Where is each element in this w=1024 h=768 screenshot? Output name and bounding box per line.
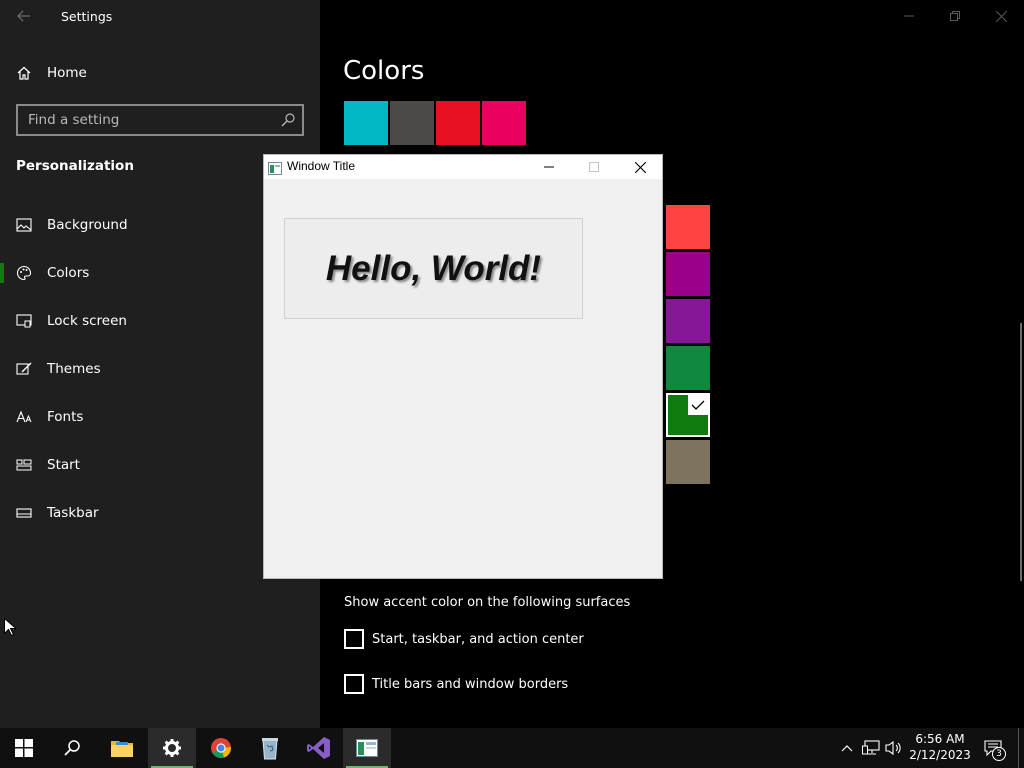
checkbox-title-bars-label: Title bars and window borders [372, 676, 569, 692]
checkbox-title-bars-box[interactable] [344, 674, 364, 694]
color-swatch-purple[interactable] [666, 299, 710, 343]
color-swatch-coral[interactable] [666, 205, 710, 249]
checkbox-start-taskbar-box[interactable] [344, 629, 364, 649]
nav-home-label: Home [47, 65, 87, 81]
scrollbar[interactable] [1020, 323, 1022, 581]
taskbar-visual-studio[interactable] [295, 728, 343, 768]
picture-icon [15, 216, 33, 234]
show-hidden-icons-button[interactable] [837, 738, 857, 758]
app-window-icon [356, 739, 378, 757]
nav-home[interactable]: Home [0, 53, 320, 93]
nav-fonts-label: Fonts [47, 409, 84, 425]
recycle-bin-icon [262, 738, 278, 760]
palette-icon [15, 264, 33, 282]
taskbar-icon [15, 504, 33, 522]
app-close-button[interactable] [617, 155, 663, 179]
settings-gear-icon [163, 739, 181, 757]
checkmark-icon [691, 400, 705, 410]
accent-surfaces-heading: Show accent color on the following surfa… [344, 595, 631, 610]
section-title: Personalization [16, 158, 134, 174]
minimize-icon [904, 15, 914, 17]
chevron-up-icon [841, 745, 853, 752]
app-minimize-button[interactable] [526, 155, 572, 179]
taskbar: 6:56 AM 2/12/2023 3 [0, 728, 1024, 768]
taskbar-app-window[interactable] [343, 728, 391, 768]
color-swatch-pink[interactable] [482, 101, 526, 145]
start-icon [15, 739, 33, 757]
action-center-button[interactable]: 3 [978, 728, 1008, 768]
taskbar-recycle-bin[interactable] [246, 728, 294, 768]
start-button[interactable] [0, 728, 48, 768]
nav-start-label: Start [47, 457, 80, 473]
selected-check-badge [688, 395, 708, 415]
app-window: Window Title Hello, World! [263, 154, 663, 579]
app-title: Settings [61, 9, 113, 24]
maximize-icon [589, 162, 599, 172]
page-title: Colors [343, 56, 425, 86]
nav-themes-label: Themes [47, 361, 101, 377]
color-swatch-emerald[interactable] [666, 346, 710, 390]
taskbar-search-button[interactable] [48, 728, 96, 768]
app-maximize-button[interactable] [571, 155, 617, 179]
restore-button[interactable] [932, 0, 978, 32]
search-icon [64, 740, 80, 756]
volume-tray-button[interactable] [884, 738, 904, 758]
taskbar-settings[interactable] [148, 728, 196, 768]
nav-lock-screen-label: Lock screen [47, 313, 127, 329]
minimize-icon [544, 166, 554, 168]
clock-time: 6:56 AM [915, 732, 965, 746]
chrome-icon [211, 738, 231, 758]
themes-icon [15, 360, 33, 378]
file-explorer-icon [111, 741, 133, 757]
app-window-titlebar[interactable]: Window Title [264, 155, 662, 179]
close-icon [634, 161, 646, 173]
search-icon[interactable] [280, 112, 296, 128]
minimize-button[interactable] [886, 0, 932, 32]
back-button[interactable] [10, 4, 38, 28]
lock-screen-icon [15, 312, 33, 330]
checkbox-start-taskbar[interactable]: Start, taskbar, and action center [344, 628, 584, 650]
hello-world-button[interactable]: Hello, World! [284, 218, 583, 319]
color-swatch-teal[interactable] [344, 101, 388, 145]
color-swatch-magenta[interactable] [666, 252, 710, 296]
nav-taskbar-label: Taskbar [47, 505, 99, 521]
show-desktop-button[interactable] [1018, 728, 1024, 768]
color-swatch-taupe[interactable] [666, 440, 710, 484]
search-box[interactable] [16, 104, 304, 136]
network-icon [862, 740, 880, 755]
taskbar-file-explorer[interactable] [98, 728, 146, 768]
color-swatch-red[interactable] [436, 101, 480, 145]
home-icon [15, 64, 33, 82]
visual-studio-icon [307, 737, 330, 759]
nav-background-label: Background [47, 217, 128, 233]
color-swatch-green-selected[interactable] [666, 393, 710, 437]
taskbar-clock[interactable]: 6:56 AM 2/12/2023 [908, 730, 972, 766]
hello-world-label: Hello, World! [325, 248, 542, 288]
nav-colors-label: Colors [47, 265, 90, 281]
notification-count-badge: 3 [992, 747, 1006, 761]
taskbar-chrome[interactable] [197, 728, 245, 768]
close-icon [995, 10, 1007, 22]
app-window-icon [268, 160, 282, 175]
network-tray-button[interactable] [861, 738, 881, 758]
app-window-title: Window Title [287, 159, 356, 173]
mouse-pointer-icon [4, 617, 18, 637]
restore-icon [950, 11, 960, 21]
checkbox-start-taskbar-label: Start, taskbar, and action center [372, 631, 584, 647]
volume-icon [885, 740, 901, 756]
fonts-icon [15, 408, 33, 426]
clock-date: 2/12/2023 [909, 748, 971, 762]
checkbox-title-bars[interactable]: Title bars and window borders [344, 673, 568, 695]
start-layout-icon [15, 456, 33, 474]
back-arrow-icon [17, 10, 30, 22]
color-swatch-gray[interactable] [390, 101, 434, 145]
close-button[interactable] [978, 0, 1024, 32]
search-input[interactable] [18, 106, 272, 134]
